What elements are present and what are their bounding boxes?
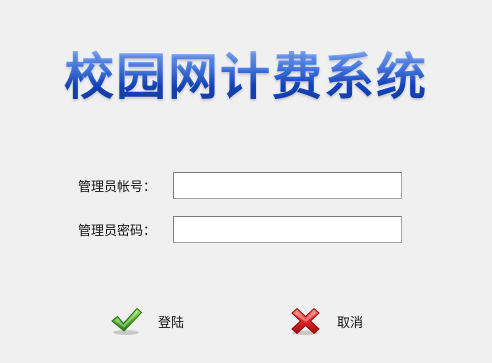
cross-icon	[289, 306, 322, 336]
account-label: 管理员帐号：	[78, 180, 157, 195]
checkmark-icon	[110, 306, 143, 336]
password-label: 管理员密码：	[78, 224, 157, 239]
account-input[interactable]	[173, 172, 402, 199]
cancel-label: 取消	[337, 315, 364, 331]
login-window: 校园网计费系统 管理员帐号： 管理员密码： 登陆 取消	[0, 0, 492, 363]
login-button[interactable]: 登陆	[110, 306, 184, 336]
login-label: 登陆	[158, 315, 185, 331]
password-input[interactable]	[173, 216, 402, 243]
app-title: 校园网计费系统	[60, 38, 432, 116]
cancel-button[interactable]: 取消	[289, 306, 363, 336]
